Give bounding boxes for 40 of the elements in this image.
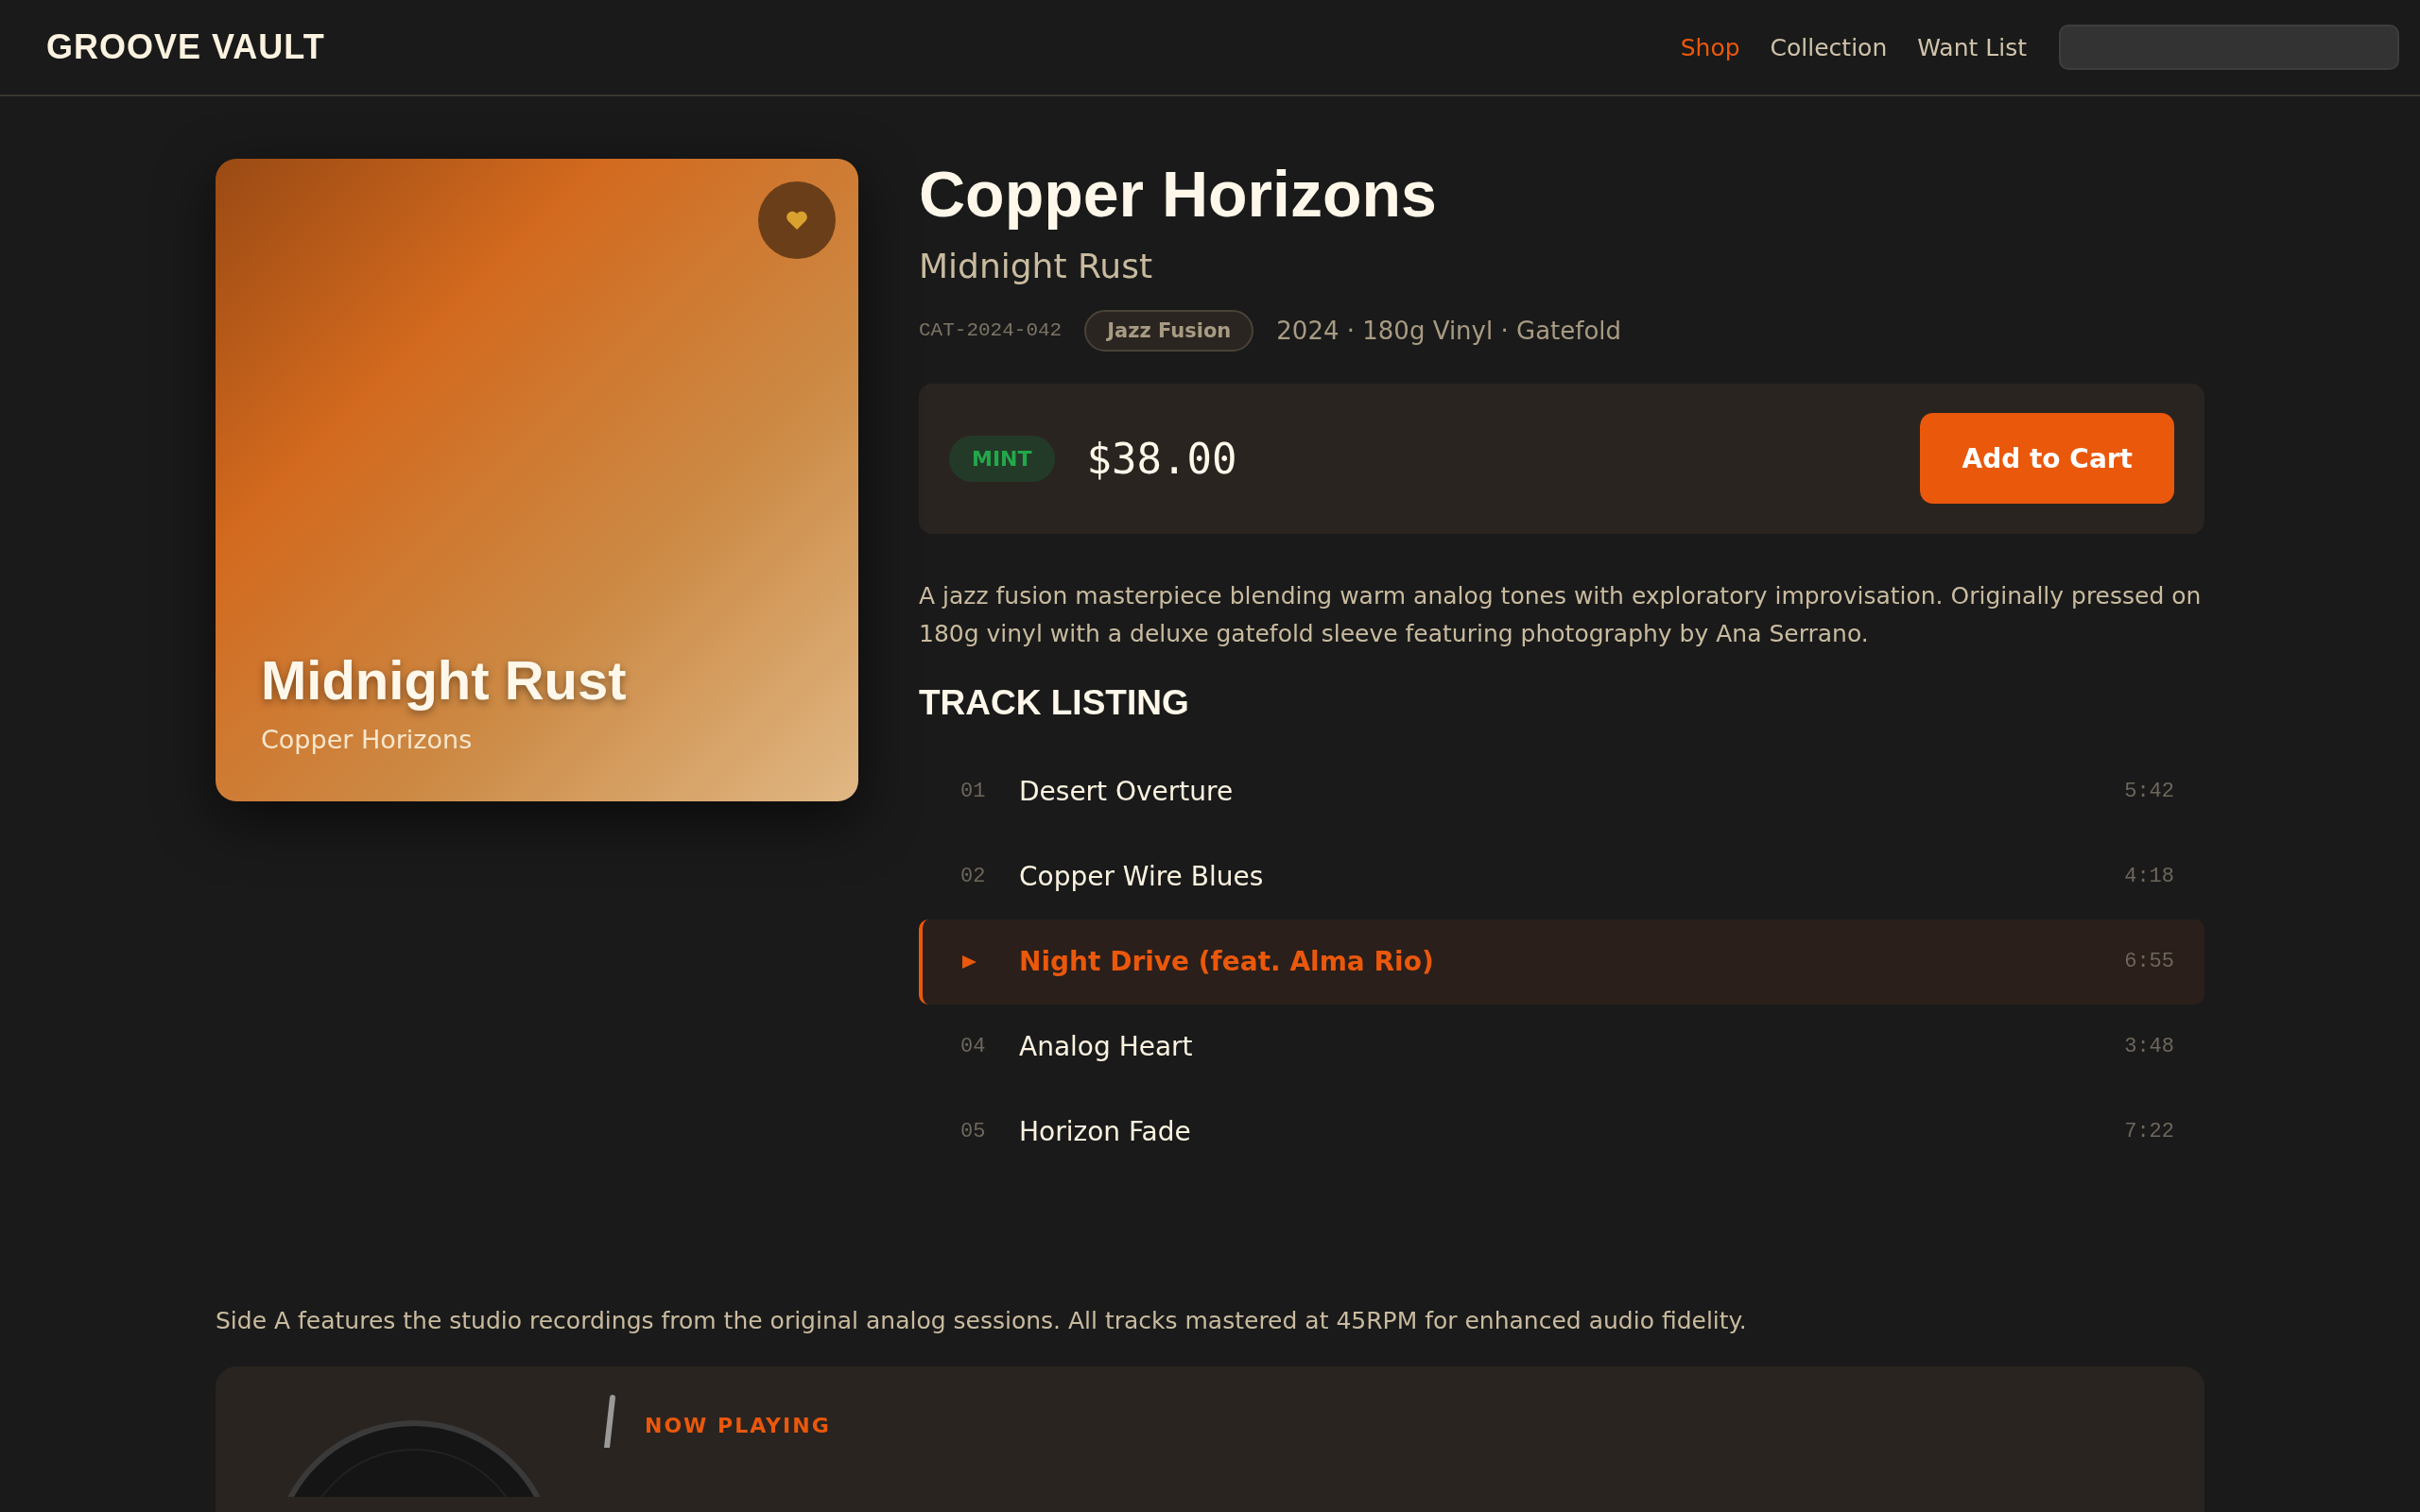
track-duration: 7:22: [2124, 1120, 2174, 1144]
play-icon: [960, 953, 977, 971]
track-title: Night Drive (feat. Alma Rio): [1019, 946, 1435, 978]
track-number: 05: [960, 1120, 986, 1144]
track-duration: 4:18: [2124, 865, 2174, 889]
track-row[interactable]: 02 Copper Wire Blues 4:18: [919, 833, 2204, 919]
section-heading: TRACK LISTING: [919, 682, 1190, 723]
now-playing-label: NOW PLAYING: [645, 1413, 831, 1437]
heart-icon: [786, 210, 808, 231]
nav-link[interactable]: Want List: [1917, 33, 2027, 61]
track-title: Copper Wire Blues: [1019, 861, 1265, 893]
track-duration: 6:55: [2124, 950, 2174, 974]
track-row[interactable]: 01 Desert Overture 5:42: [919, 748, 2204, 834]
condition-badge: MINT: [949, 435, 1055, 482]
track-title: Desert Overture: [1019, 776, 1235, 808]
price: $38.00: [1086, 434, 1238, 483]
release-details: 2024 · 180g Vinyl · Gatefold: [1276, 316, 1622, 345]
track-title: Horizon Fade: [1019, 1116, 1192, 1148]
description: A jazz fusion masterpiece blending warm analog tones with exploratory improvisation. Originally pressed on 180g vinyl with a deluxe gatefold sleeve featuring photography by Ana Serrano.: [919, 580, 2203, 649]
track-row[interactable]: 04 Analog Heart 3:48: [919, 1004, 2204, 1090]
track-row[interactable]: 05 Horizon Fade 7:22: [919, 1089, 2204, 1175]
genre-tag: Jazz Fusion: [1084, 309, 1254, 352]
cover-title: Midnight Rust: [261, 648, 627, 712]
track-duration: 3:48: [2124, 1035, 2174, 1059]
cover-artist: Copper Horizons: [261, 725, 474, 754]
nav-link[interactable]: Collection: [1770, 33, 1888, 61]
album-title: Copper Horizons: [919, 159, 1438, 230]
search-field[interactable]: [2059, 25, 2399, 70]
track-row[interactable]: Night Drive (feat. Alma Rio) 6:55: [919, 919, 2204, 1005]
add-to-cart-button[interactable]: Add to Cart: [1920, 413, 2174, 505]
track-number: 01: [960, 780, 986, 804]
catalog-number: CAT-2024-042: [919, 319, 1063, 342]
track-title: Analog Heart: [1019, 1031, 1194, 1063]
logo: GROOVE VAULT: [46, 27, 325, 67]
track-number: 02: [960, 865, 986, 889]
artist-name: Midnight Rust: [919, 246, 1154, 285]
track-number: 04: [960, 1035, 986, 1059]
nav-link[interactable]: Shop: [1680, 33, 1740, 61]
track-duration: 5:42: [2124, 780, 2174, 804]
side-note: Side A features the studio recordings from the original analog sessions. All tracks mastered at 45RPM for enhanced audio fidelity.: [216, 1306, 1748, 1334]
